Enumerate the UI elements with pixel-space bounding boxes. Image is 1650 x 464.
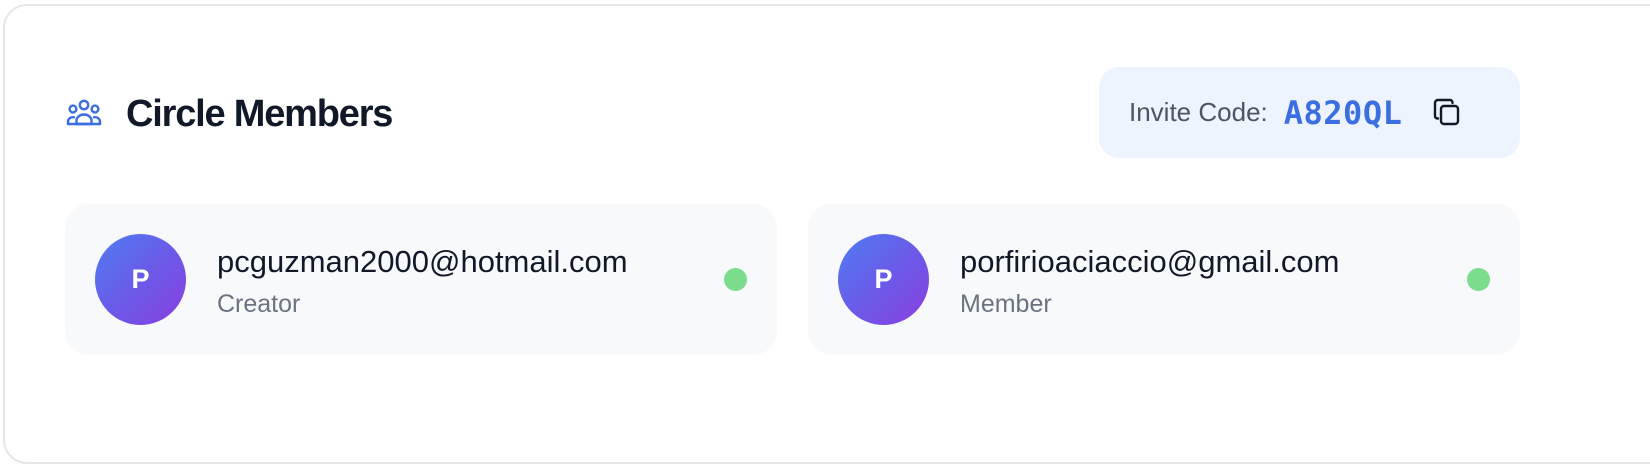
invite-code-value: A820QL <box>1283 93 1403 132</box>
member-email: pcguzman2000@hotmail.com <box>217 244 628 279</box>
member-email: porfirioaciaccio@gmail.com <box>960 244 1340 279</box>
users-group-icon <box>66 98 102 130</box>
online-status-indicator <box>724 268 747 291</box>
member-role: Member <box>960 290 1052 318</box>
copy-invite-code-button[interactable] <box>1430 95 1466 131</box>
invite-code-label: Invite Code: <box>1129 97 1268 127</box>
copy-icon <box>1434 98 1460 125</box>
member-role: Creator <box>217 290 301 318</box>
section-header: Circle Members <box>66 90 393 138</box>
member-card[interactable]: P porfirioaciaccio@gmail.com Member <box>808 204 1520 355</box>
page-title: Circle Members <box>126 92 393 135</box>
avatar: P <box>838 234 929 325</box>
avatar: P <box>95 234 186 325</box>
invite-code-box: Invite Code: A820QL <box>1099 67 1520 158</box>
online-status-indicator <box>1467 268 1490 291</box>
member-card[interactable]: P pcguzman2000@hotmail.com Creator <box>65 204 777 355</box>
